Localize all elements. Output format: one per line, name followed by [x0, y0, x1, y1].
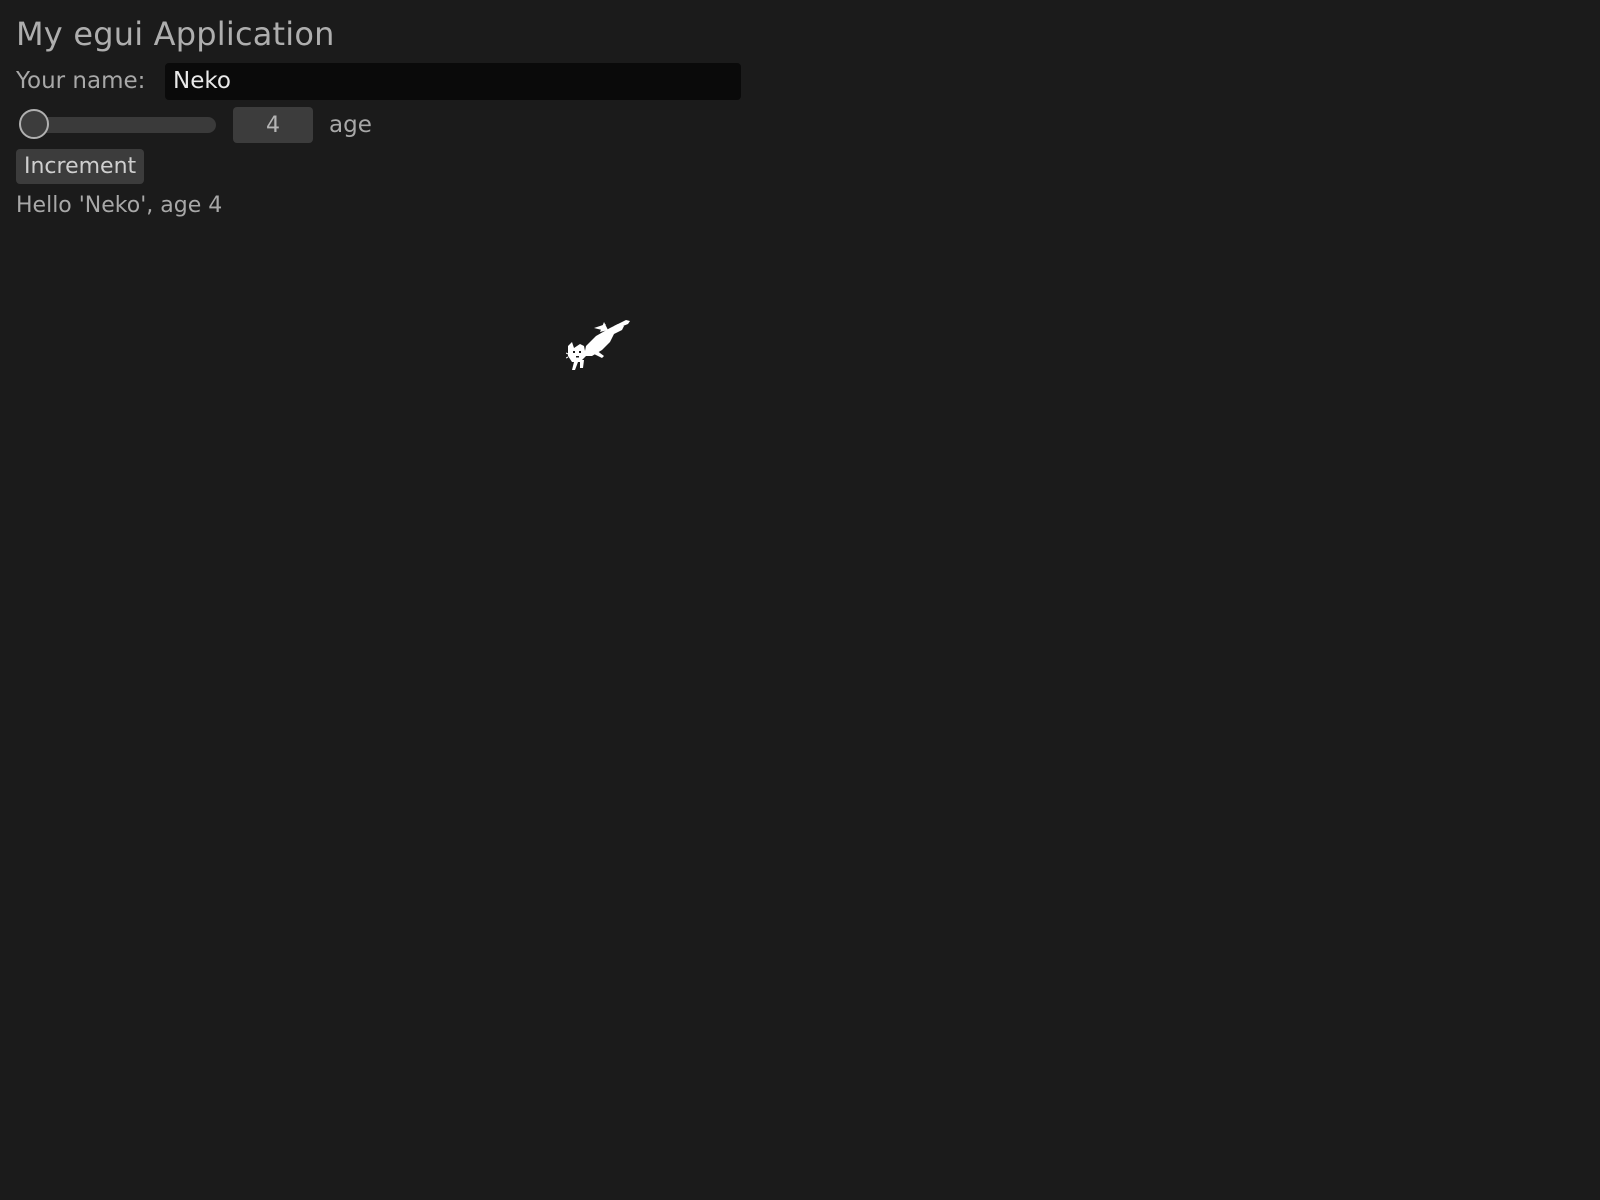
slider-rail[interactable] [20, 117, 216, 133]
name-input[interactable] [165, 62, 741, 100]
greeting-text: Hello 'Neko', age 4 [16, 193, 223, 218]
age-slider-row: 4 age [16, 107, 372, 143]
age-slider[interactable] [16, 107, 216, 143]
page-title: My egui Application [16, 15, 335, 53]
name-row: Your name: [16, 62, 741, 100]
age-value-field[interactable]: 4 [233, 107, 313, 143]
app-window: My egui Application Your name: 4 age Inc… [0, 0, 1600, 1200]
slider-handle[interactable] [19, 109, 49, 139]
running-cat-icon [566, 320, 630, 370]
name-label: Your name: [16, 68, 146, 94]
age-label: age [329, 112, 372, 138]
increment-button[interactable]: Increment [16, 149, 145, 184]
